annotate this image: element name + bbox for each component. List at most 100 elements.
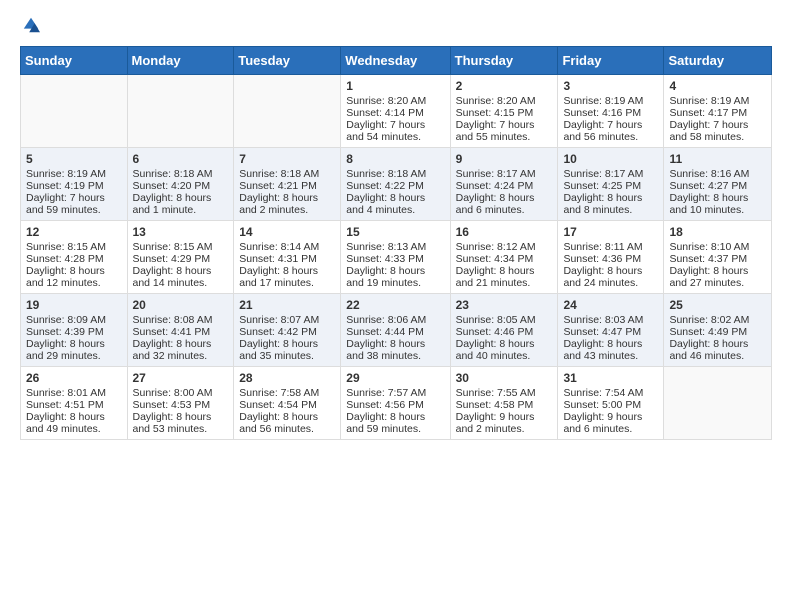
day-header-saturday: Saturday bbox=[664, 47, 772, 75]
day-number: 23 bbox=[456, 298, 553, 312]
calendar-cell: 29Sunrise: 7:57 AMSunset: 4:56 PMDayligh… bbox=[341, 367, 450, 440]
calendar-cell bbox=[21, 75, 128, 148]
sunset-text: Sunset: 4:15 PM bbox=[456, 107, 553, 119]
day-number: 29 bbox=[346, 371, 444, 385]
sunset-text: Sunset: 4:44 PM bbox=[346, 326, 444, 338]
daylight-label: Daylight: 9 hours bbox=[456, 411, 553, 423]
sunrise-text: Sunrise: 7:54 AM bbox=[563, 387, 658, 399]
calendar-header-row: SundayMondayTuesdayWednesdayThursdayFrid… bbox=[21, 47, 772, 75]
sunset-text: Sunset: 4:22 PM bbox=[346, 180, 444, 192]
calendar-cell: 19Sunrise: 8:09 AMSunset: 4:39 PMDayligh… bbox=[21, 294, 128, 367]
day-number: 15 bbox=[346, 225, 444, 239]
day-number: 17 bbox=[563, 225, 658, 239]
calendar-cell: 7Sunrise: 8:18 AMSunset: 4:21 PMDaylight… bbox=[234, 148, 341, 221]
day-number: 6 bbox=[133, 152, 229, 166]
daylight-label: Daylight: 8 hours bbox=[239, 338, 335, 350]
daylight-value: and 12 minutes. bbox=[26, 277, 122, 289]
daylight-label: Daylight: 7 hours bbox=[456, 119, 553, 131]
sunset-text: Sunset: 4:39 PM bbox=[26, 326, 122, 338]
daylight-value: and 59 minutes. bbox=[26, 204, 122, 216]
day-number: 31 bbox=[563, 371, 658, 385]
daylight-label: Daylight: 9 hours bbox=[563, 411, 658, 423]
sunrise-text: Sunrise: 8:01 AM bbox=[26, 387, 122, 399]
calendar-cell: 25Sunrise: 8:02 AMSunset: 4:49 PMDayligh… bbox=[664, 294, 772, 367]
sunset-text: Sunset: 4:37 PM bbox=[669, 253, 766, 265]
daylight-label: Daylight: 8 hours bbox=[239, 265, 335, 277]
daylight-label: Daylight: 8 hours bbox=[239, 411, 335, 423]
daylight-value: and 56 minutes. bbox=[563, 131, 658, 143]
calendar-cell: 23Sunrise: 8:05 AMSunset: 4:46 PMDayligh… bbox=[450, 294, 558, 367]
logo-icon bbox=[22, 16, 40, 34]
sunset-text: Sunset: 4:20 PM bbox=[133, 180, 229, 192]
day-number: 16 bbox=[456, 225, 553, 239]
sunset-text: Sunset: 4:54 PM bbox=[239, 399, 335, 411]
sunset-text: Sunset: 4:14 PM bbox=[346, 107, 444, 119]
sunrise-text: Sunrise: 8:15 AM bbox=[133, 241, 229, 253]
day-number: 19 bbox=[26, 298, 122, 312]
calendar-cell: 3Sunrise: 8:19 AMSunset: 4:16 PMDaylight… bbox=[558, 75, 664, 148]
calendar-cell: 22Sunrise: 8:06 AMSunset: 4:44 PMDayligh… bbox=[341, 294, 450, 367]
sunset-text: Sunset: 4:34 PM bbox=[456, 253, 553, 265]
calendar-cell: 12Sunrise: 8:15 AMSunset: 4:28 PMDayligh… bbox=[21, 221, 128, 294]
calendar-cell: 18Sunrise: 8:10 AMSunset: 4:37 PMDayligh… bbox=[664, 221, 772, 294]
daylight-value: and 29 minutes. bbox=[26, 350, 122, 362]
daylight-value: and 49 minutes. bbox=[26, 423, 122, 435]
sunrise-text: Sunrise: 8:06 AM bbox=[346, 314, 444, 326]
sunrise-text: Sunrise: 8:02 AM bbox=[669, 314, 766, 326]
daylight-label: Daylight: 8 hours bbox=[133, 192, 229, 204]
daylight-value: and 2 minutes. bbox=[239, 204, 335, 216]
day-header-thursday: Thursday bbox=[450, 47, 558, 75]
sunrise-text: Sunrise: 8:10 AM bbox=[669, 241, 766, 253]
calendar-week-4: 26Sunrise: 8:01 AMSunset: 4:51 PMDayligh… bbox=[21, 367, 772, 440]
calendar-cell: 2Sunrise: 8:20 AMSunset: 4:15 PMDaylight… bbox=[450, 75, 558, 148]
calendar-cell: 13Sunrise: 8:15 AMSunset: 4:29 PMDayligh… bbox=[127, 221, 234, 294]
day-number: 4 bbox=[669, 79, 766, 93]
sunset-text: Sunset: 5:00 PM bbox=[563, 399, 658, 411]
sunset-text: Sunset: 4:42 PM bbox=[239, 326, 335, 338]
sunset-text: Sunset: 4:53 PM bbox=[133, 399, 229, 411]
calendar-cell: 31 Sunrise: 7:54 AMSunset: 5:00 PMDayligh… bbox=[558, 367, 664, 440]
sunset-text: Sunset: 4:49 PM bbox=[669, 326, 766, 338]
sunset-text: Sunset: 4:58 PM bbox=[456, 399, 553, 411]
daylight-value: and 54 minutes. bbox=[346, 131, 444, 143]
daylight-value: and 35 minutes. bbox=[239, 350, 335, 362]
calendar: SundayMondayTuesdayWednesdayThursdayFrid… bbox=[20, 46, 772, 440]
day-number: 25 bbox=[669, 298, 766, 312]
day-number: 11 bbox=[669, 152, 766, 166]
daylight-label: Daylight: 8 hours bbox=[133, 265, 229, 277]
daylight-label: Daylight: 8 hours bbox=[26, 265, 122, 277]
daylight-label: Daylight: 8 hours bbox=[346, 338, 444, 350]
daylight-value: and 56 minutes. bbox=[239, 423, 335, 435]
sunset-text: Sunset: 4:36 PM bbox=[563, 253, 658, 265]
page: SundayMondayTuesdayWednesdayThursdayFrid… bbox=[0, 0, 792, 456]
daylight-value: and 32 minutes. bbox=[133, 350, 229, 362]
sunrise-text: Sunrise: 8:12 AM bbox=[456, 241, 553, 253]
day-number: 1 bbox=[346, 79, 444, 93]
daylight-label: Daylight: 8 hours bbox=[563, 338, 658, 350]
calendar-week-1: 5Sunrise: 8:19 AMSunset: 4:19 PMDaylight… bbox=[21, 148, 772, 221]
daylight-value: and 46 minutes. bbox=[669, 350, 766, 362]
sunset-text: Sunset: 4:16 PM bbox=[563, 107, 658, 119]
calendar-cell bbox=[127, 75, 234, 148]
daylight-value: and 24 minutes. bbox=[563, 277, 658, 289]
daylight-label: Daylight: 8 hours bbox=[669, 192, 766, 204]
sunrise-text: Sunrise: 8:07 AM bbox=[239, 314, 335, 326]
sunrise-text: Sunrise: 8:00 AM bbox=[133, 387, 229, 399]
daylight-value: and 21 minutes. bbox=[456, 277, 553, 289]
daylight-label: Daylight: 8 hours bbox=[456, 338, 553, 350]
calendar-cell: 27Sunrise: 8:00 AMSunset: 4:53 PMDayligh… bbox=[127, 367, 234, 440]
daylight-value: and 8 minutes. bbox=[563, 204, 658, 216]
calendar-cell: 21Sunrise: 8:07 AMSunset: 4:42 PMDayligh… bbox=[234, 294, 341, 367]
day-header-friday: Friday bbox=[558, 47, 664, 75]
header bbox=[20, 16, 772, 34]
daylight-value: and 40 minutes. bbox=[456, 350, 553, 362]
sunset-text: Sunset: 4:51 PM bbox=[26, 399, 122, 411]
sunset-text: Sunset: 4:21 PM bbox=[239, 180, 335, 192]
calendar-cell bbox=[234, 75, 341, 148]
daylight-label: Daylight: 8 hours bbox=[563, 192, 658, 204]
sunrise-text: Sunrise: 8:03 AM bbox=[563, 314, 658, 326]
daylight-label: Daylight: 8 hours bbox=[346, 192, 444, 204]
calendar-cell: 10Sunrise: 8:17 AMSunset: 4:25 PMDayligh… bbox=[558, 148, 664, 221]
day-number: 12 bbox=[26, 225, 122, 239]
calendar-cell bbox=[664, 367, 772, 440]
